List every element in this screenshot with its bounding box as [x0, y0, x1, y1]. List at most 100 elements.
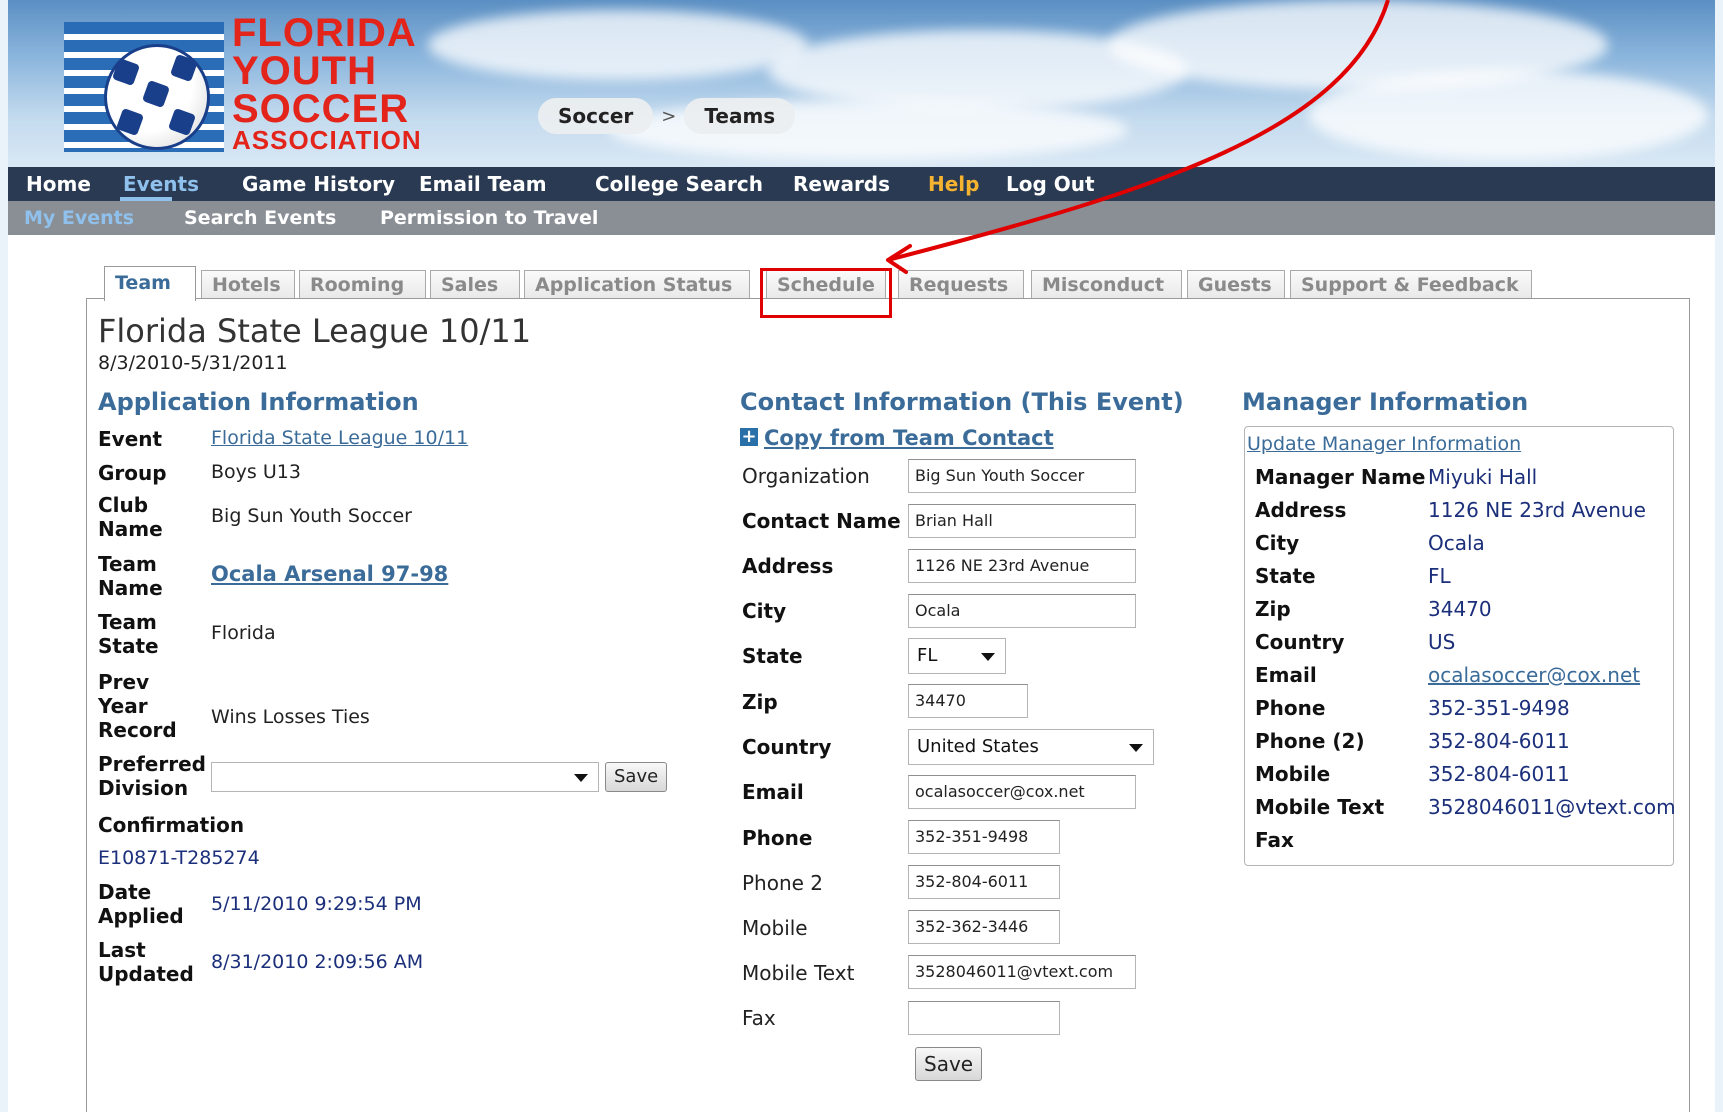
mobile-text-label: Mobile Text: [742, 961, 855, 985]
event-dates: 8/3/2010-5/31/2011: [98, 352, 288, 374]
last-updated-value: 8/31/2010 2:09:56 AM: [211, 951, 424, 973]
nav-rewards[interactable]: Rewards: [793, 172, 890, 196]
event-title: Florida State League 10/11: [98, 312, 532, 350]
nav-log-out[interactable]: Log Out: [1006, 172, 1095, 196]
application-info-heading: Application Information: [98, 388, 419, 416]
email-label: Email: [742, 780, 804, 804]
tab-support-feedback[interactable]: Support & Feedback: [1290, 270, 1532, 298]
manager-email-link[interactable]: ocalasoccer@cox.net: [1428, 663, 1640, 687]
subnav-permission-to-travel[interactable]: Permission to Travel: [380, 207, 598, 229]
manager-mobile-value: 352-804-6011: [1428, 762, 1570, 786]
organization-label: Organization: [742, 464, 870, 488]
manager-fax-label: Fax: [1255, 828, 1294, 852]
sub-nav: My Events Search Events Permission to Tr…: [8, 201, 1715, 235]
tab-team[interactable]: Team: [104, 266, 196, 301]
tab-requests[interactable]: Requests: [898, 270, 1024, 298]
manager-phone-2-label: Phone (2): [1255, 729, 1365, 753]
zip-label: Zip: [742, 690, 778, 714]
subnav-my-events[interactable]: My Events: [24, 207, 134, 229]
email-field[interactable]: ocalasoccer@cox.net: [908, 775, 1136, 809]
organization-field[interactable]: Big Sun Youth Soccer: [908, 459, 1136, 493]
breadcrumb: Soccer > Teams: [538, 98, 796, 134]
division-save-button[interactable]: Save: [605, 762, 668, 792]
state-select[interactable]: FL: [908, 638, 1006, 674]
chevron-down-icon: [981, 653, 995, 661]
tab-hotels[interactable]: Hotels: [201, 270, 295, 298]
manager-phone-label: Phone: [1255, 696, 1326, 720]
nav-college-search[interactable]: College Search: [595, 172, 763, 196]
confirmation-value: E10871-T285274: [98, 847, 260, 869]
manager-email-label: Email: [1255, 663, 1317, 687]
group-value: Boys U13: [211, 461, 301, 483]
mobile-field[interactable]: 352-362-3446: [908, 910, 1060, 944]
manager-info-heading: Manager Information: [1242, 388, 1529, 416]
subnav-search-events[interactable]: Search Events: [184, 207, 336, 229]
preferred-division-select[interactable]: [211, 762, 599, 792]
phone-field[interactable]: 352-351-9498: [908, 820, 1060, 854]
fysa-logo[interactable]: FLORIDA YOUTH SOCCER ASSOCIATION: [64, 13, 424, 156]
club-name-value: Big Sun Youth Soccer: [211, 505, 412, 527]
phone-label: Phone: [742, 826, 813, 850]
breadcrumb-soccer[interactable]: Soccer: [538, 98, 654, 134]
nav-help[interactable]: Help: [928, 172, 979, 196]
manager-country-label: Country: [1255, 630, 1345, 654]
manager-mobile-label: Mobile: [1255, 762, 1331, 786]
chevron-down-icon: [1129, 744, 1143, 752]
tab-sales[interactable]: Sales: [430, 270, 520, 298]
manager-state-label: State: [1255, 564, 1316, 588]
state-label: State: [742, 644, 803, 668]
phone-2-label: Phone 2: [742, 871, 824, 895]
soccer-ball-icon: [104, 44, 210, 150]
last-updated-label: Last Updated: [98, 938, 194, 986]
manager-city-label: City: [1255, 531, 1300, 555]
cloud-decoration: [1308, 70, 1708, 160]
phone-2-field[interactable]: 352-804-6011: [908, 865, 1060, 899]
country-select[interactable]: United States: [908, 729, 1154, 765]
manager-address-value: 1126 NE 23rd Avenue: [1428, 498, 1646, 522]
fax-field[interactable]: [908, 1001, 1060, 1035]
event-link[interactable]: Florida State League 10/11: [211, 427, 468, 449]
team-name-link[interactable]: Ocala Arsenal 97-98: [211, 562, 448, 586]
breadcrumb-teams[interactable]: Teams: [684, 98, 796, 134]
manager-mobile-text-value: 3528046011@vtext.com: [1428, 795, 1676, 819]
contact-name-field[interactable]: Brian Hall: [908, 504, 1136, 538]
manager-mobile-text-label: Mobile Text: [1255, 795, 1385, 819]
copy-from-team-contact-link[interactable]: Copy from Team Contact: [764, 426, 1054, 450]
contact-name-label: Contact Name: [742, 509, 901, 533]
city-field[interactable]: Ocala: [908, 594, 1136, 628]
nav-game-history[interactable]: Game History: [242, 172, 395, 196]
event-label: Event: [98, 427, 163, 451]
manager-zip-label: Zip: [1255, 597, 1291, 621]
group-label: Group: [98, 461, 167, 485]
contact-save-button[interactable]: Save: [915, 1047, 983, 1081]
mobile-text-field[interactable]: 3528046011@vtext.com: [908, 955, 1136, 989]
main-nav: Home Events Game History Email Team Coll…: [8, 167, 1715, 201]
team-state-value: Florida: [211, 622, 276, 644]
manager-name-label: Manager Name: [1255, 465, 1426, 489]
club-name-label: Club Name: [98, 493, 163, 541]
manager-address-label: Address: [1255, 498, 1347, 522]
team-state-label: Team State: [98, 610, 159, 658]
nav-email-team[interactable]: Email Team: [419, 172, 547, 196]
nav-events[interactable]: Events: [123, 172, 199, 196]
team-name-label: Team Name: [98, 552, 163, 600]
contact-info-heading: Contact Information (This Event): [740, 388, 1184, 416]
tab-misconduct[interactable]: Misconduct: [1031, 270, 1182, 298]
manager-zip-value: 34470: [1428, 597, 1492, 621]
update-manager-link[interactable]: Update Manager Information: [1247, 433, 1521, 455]
schedule-highlight-box: [760, 268, 892, 318]
address-label: Address: [742, 554, 834, 578]
page: FLORIDA YOUTH SOCCER ASSOCIATION Soccer …: [8, 0, 1715, 1112]
cloud-decoration: [428, 10, 808, 80]
nav-home[interactable]: Home: [26, 172, 91, 196]
tab-rooming[interactable]: Rooming: [299, 270, 426, 298]
zip-field[interactable]: 34470: [908, 684, 1028, 718]
breadcrumb-separator: >: [661, 105, 677, 127]
plus-icon[interactable]: +: [740, 428, 758, 446]
tab-application-status[interactable]: Application Status: [524, 270, 750, 298]
prev-year-record-label: Prev Year Record: [98, 670, 177, 742]
manager-name-value: Miyuki Hall: [1428, 465, 1538, 489]
tab-guests[interactable]: Guests: [1187, 270, 1285, 298]
address-field[interactable]: 1126 NE 23rd Avenue: [908, 549, 1136, 583]
manager-phone-value: 352-351-9498: [1428, 696, 1570, 720]
